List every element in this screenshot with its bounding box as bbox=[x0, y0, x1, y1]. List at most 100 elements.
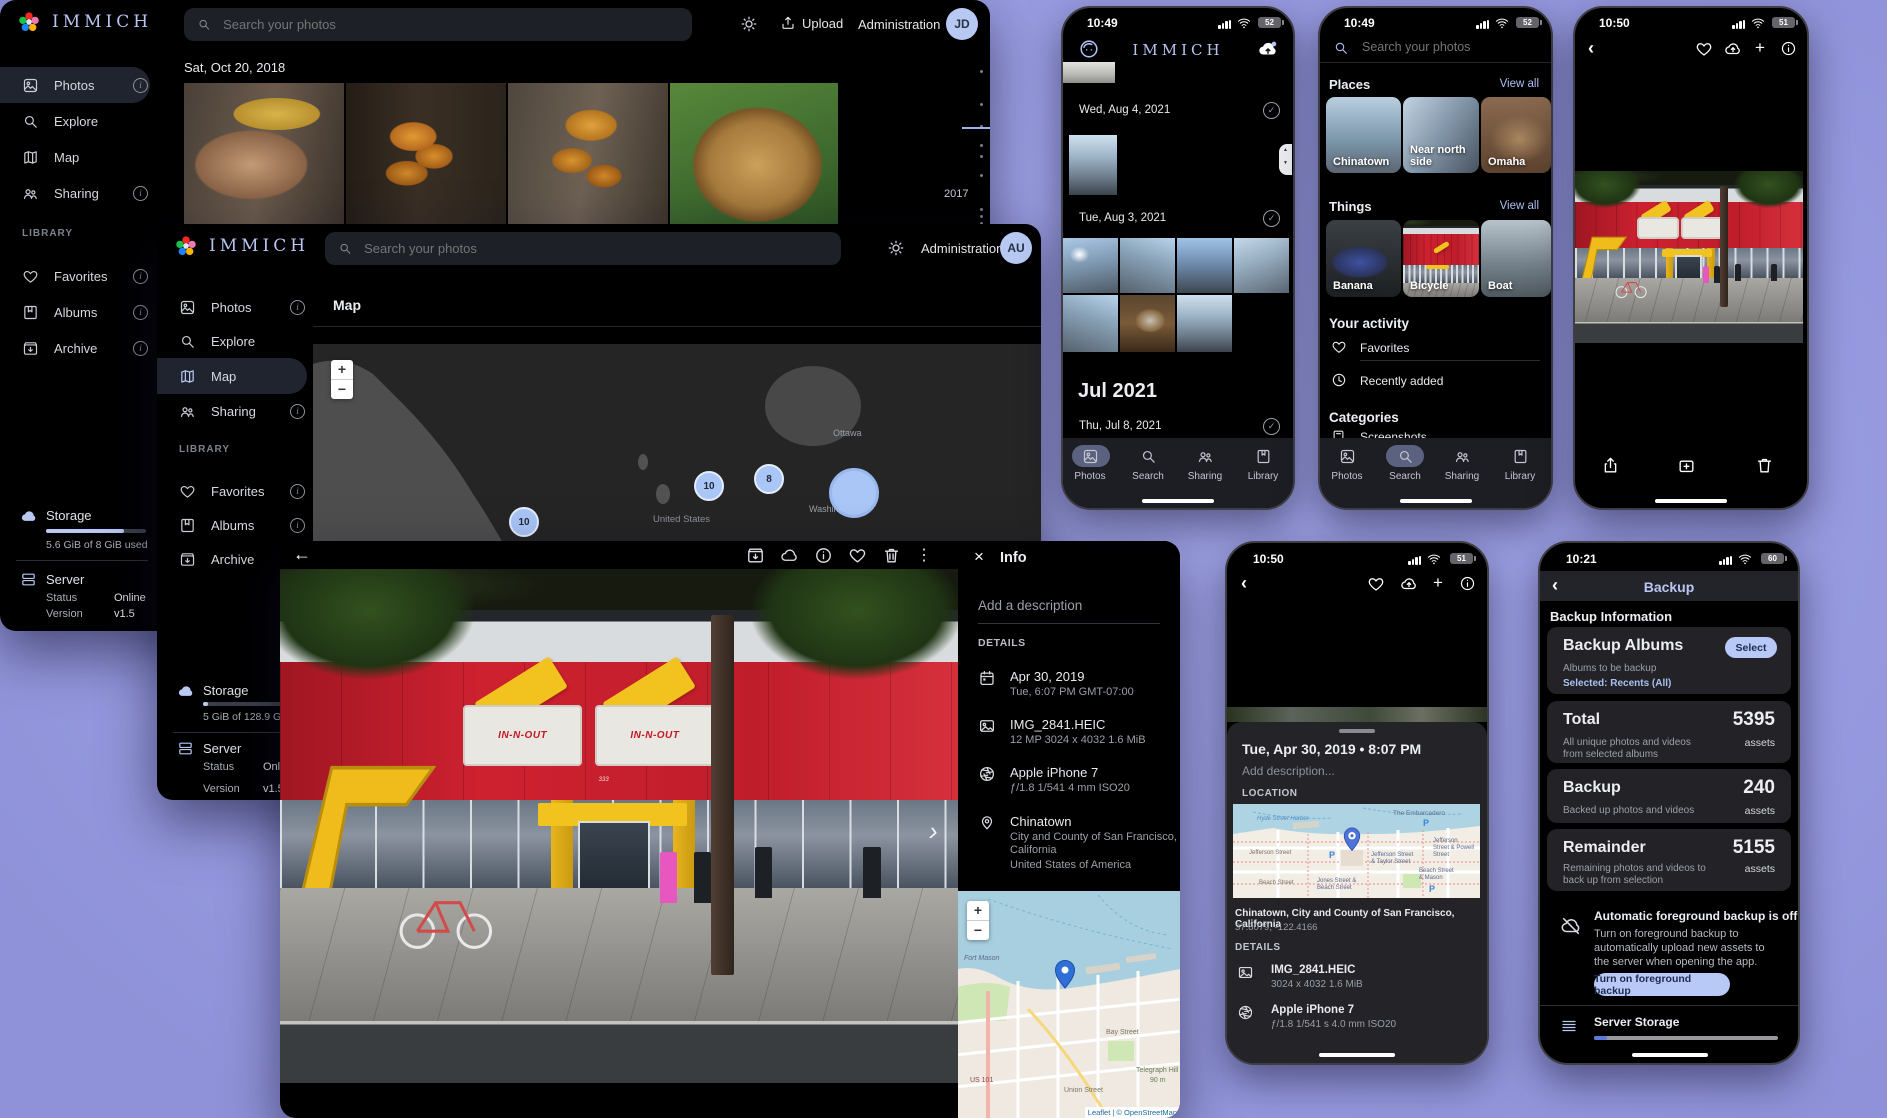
info-icon[interactable]: i bbox=[133, 305, 148, 320]
photo-thumbnail[interactable] bbox=[1063, 62, 1115, 83]
home-indicator[interactable] bbox=[1400, 499, 1472, 503]
info-icon[interactable]: i bbox=[290, 484, 305, 499]
sidebar-item-map[interactable]: Map bbox=[157, 358, 307, 394]
info-icon[interactable]: i bbox=[290, 300, 305, 315]
zoom-out-button[interactable]: − bbox=[331, 379, 353, 399]
map-photo-marker[interactable] bbox=[829, 468, 879, 518]
avatar[interactable]: JD bbox=[946, 8, 978, 40]
trash-icon[interactable] bbox=[1755, 456, 1774, 475]
info-icon[interactable]: i bbox=[290, 404, 305, 419]
search-input[interactable] bbox=[221, 16, 679, 33]
sidebar-item-favorites[interactable]: Favorites i bbox=[157, 473, 307, 509]
close-icon[interactable]: × bbox=[974, 547, 984, 567]
photo-thumbnail[interactable] bbox=[670, 83, 838, 224]
photo-thumbnail[interactable] bbox=[1234, 238, 1289, 293]
back-chevron-icon[interactable]: ‹ bbox=[1241, 573, 1247, 594]
photo-thumbnail[interactable] bbox=[184, 83, 344, 224]
administration-link[interactable]: Administration bbox=[858, 17, 940, 32]
select-group-check-icon[interactable]: ✓ bbox=[1263, 102, 1280, 119]
nav-item-photos[interactable]: Photos bbox=[1320, 448, 1374, 482]
back-chevron-icon[interactable]: ‹ bbox=[1588, 38, 1594, 59]
nav-item-library[interactable]: Library bbox=[1236, 448, 1290, 482]
nav-item-sharing[interactable]: Sharing bbox=[1435, 448, 1489, 482]
place-card[interactable]: Near north side bbox=[1403, 97, 1479, 173]
info-icon[interactable] bbox=[814, 546, 833, 565]
sidebar-item-sharing[interactable]: Sharing i bbox=[0, 175, 150, 211]
description-placeholder[interactable]: Add description... bbox=[1242, 764, 1335, 778]
location-map[interactable]: PPP The Embarcadero Hyde Street Harbor J… bbox=[1233, 804, 1480, 898]
photo-thumbnail[interactable] bbox=[1120, 238, 1175, 293]
photo-thumbnail[interactable] bbox=[1177, 238, 1232, 293]
heart-icon[interactable] bbox=[1367, 575, 1385, 593]
timeline-scrubber-handle[interactable]: ▲▼ bbox=[1279, 144, 1292, 175]
zoom-in-button[interactable]: + bbox=[967, 901, 989, 920]
sidebar-item-map[interactable]: Map bbox=[0, 139, 150, 175]
photo-in-n-out[interactable]: IN-N-OUT IN-N-OUT 333 › bbox=[280, 569, 958, 1083]
archive-icon[interactable] bbox=[746, 546, 765, 565]
thing-card[interactable]: Banana bbox=[1326, 220, 1401, 297]
map-zoom-control[interactable]: + − bbox=[967, 901, 989, 940]
place-card[interactable]: Chinatown bbox=[1326, 97, 1401, 173]
theme-toggle-sun-icon[interactable] bbox=[740, 15, 758, 33]
info-icon[interactable]: i bbox=[133, 341, 148, 356]
nav-item-search[interactable]: Search bbox=[1378, 448, 1432, 482]
location-name[interactable]: Chinatown bbox=[1010, 814, 1071, 829]
search-input[interactable] bbox=[1360, 39, 1514, 55]
photo-thumbnail[interactable] bbox=[1063, 238, 1118, 293]
sidebar-item-explore[interactable]: Explore bbox=[157, 323, 307, 359]
home-indicator[interactable] bbox=[1142, 499, 1214, 503]
heart-icon[interactable] bbox=[1695, 40, 1713, 58]
sidebar-item-explore[interactable]: Explore bbox=[0, 103, 150, 139]
immich-logo[interactable]: IMMICH bbox=[16, 9, 152, 35]
thing-card[interactable]: Boat bbox=[1481, 220, 1551, 297]
home-indicator[interactable] bbox=[1319, 1053, 1395, 1057]
theme-toggle-sun-icon[interactable] bbox=[887, 239, 905, 257]
add-icon[interactable]: + bbox=[1433, 573, 1443, 593]
upload-button[interactable]: Upload bbox=[780, 15, 843, 31]
sidebar-item-photos[interactable]: Photos i bbox=[157, 289, 307, 325]
heart-icon[interactable] bbox=[848, 546, 867, 565]
nav-item-sharing[interactable]: Sharing bbox=[1178, 448, 1232, 482]
sidebar-item-archive[interactable]: Archive i bbox=[0, 330, 150, 366]
recently-added-row[interactable]: Recently added bbox=[1360, 374, 1443, 388]
info-icon[interactable]: i bbox=[133, 269, 148, 284]
back-arrow-icon[interactable]: ← bbox=[290, 544, 314, 568]
map-cluster-marker[interactable]: 10 bbox=[509, 507, 539, 537]
photo-in-n-out[interactable] bbox=[1575, 171, 1803, 343]
trash-icon[interactable] bbox=[882, 546, 901, 565]
info-icon[interactable]: i bbox=[133, 78, 148, 93]
favorites-row[interactable]: Favorites bbox=[1360, 341, 1409, 355]
photo-thumbnail[interactable] bbox=[1063, 295, 1118, 352]
photo-thumbnail[interactable] bbox=[1177, 295, 1232, 352]
info-icon[interactable] bbox=[1459, 575, 1476, 592]
upload-cloud-icon[interactable] bbox=[1724, 40, 1742, 58]
add-icon[interactable]: + bbox=[1755, 38, 1765, 58]
info-icon[interactable]: i bbox=[133, 186, 148, 201]
search-input[interactable] bbox=[362, 240, 828, 257]
archive-add-icon[interactable] bbox=[1677, 456, 1696, 475]
photo-thumbnail[interactable] bbox=[1120, 295, 1175, 352]
select-group-check-icon[interactable]: ✓ bbox=[1263, 418, 1280, 435]
home-indicator[interactable] bbox=[1655, 499, 1727, 503]
thing-card[interactable]: Bicycle bbox=[1403, 220, 1479, 297]
sheet-drag-handle[interactable] bbox=[1339, 729, 1375, 733]
turn-on-foreground-backup-button[interactable]: Turn on foreground backup bbox=[1594, 973, 1730, 996]
administration-link[interactable]: Administration bbox=[921, 241, 1003, 256]
share-icon[interactable] bbox=[1601, 456, 1620, 475]
avatar[interactable]: AU bbox=[1000, 232, 1032, 264]
upload-cloud-icon[interactable] bbox=[1257, 38, 1279, 60]
map-cluster-marker[interactable]: 8 bbox=[754, 464, 784, 494]
map-zoom-control[interactable]: + − bbox=[331, 360, 353, 399]
more-options-icon[interactable]: ⋮ bbox=[916, 546, 932, 565]
view-all-link[interactable]: View all bbox=[1500, 78, 1539, 90]
sidebar-item-sharing[interactable]: Sharing i bbox=[157, 393, 307, 429]
upload-cloud-icon[interactable] bbox=[1400, 575, 1418, 593]
photo-thumbnail[interactable] bbox=[346, 83, 506, 224]
search-bar[interactable] bbox=[325, 232, 841, 265]
sidebar-item-albums[interactable]: Albums i bbox=[157, 507, 307, 543]
immich-logo[interactable]: IMMICH bbox=[173, 233, 309, 259]
cloud-icon[interactable] bbox=[780, 546, 799, 565]
info-icon[interactable]: i bbox=[290, 518, 305, 533]
photo-edge-sliver[interactable] bbox=[1227, 707, 1487, 722]
nav-item-photos[interactable]: Photos bbox=[1063, 448, 1117, 482]
